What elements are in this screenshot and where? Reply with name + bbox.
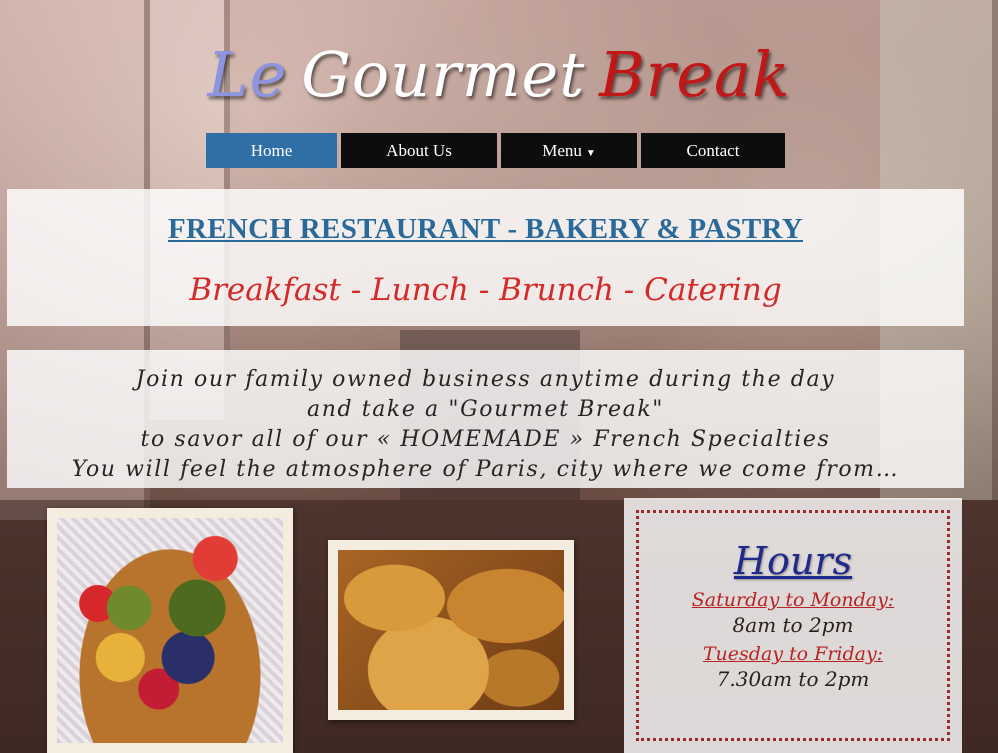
site-logo[interactable]: Le Gourmet Break <box>0 30 998 120</box>
hours-dotted-frame: Hours Saturday to Monday: 8am to 2pm Tue… <box>636 510 950 741</box>
nav-about-us-label: About Us <box>386 141 452 160</box>
hours-days-label: Saturday to Monday: <box>691 589 895 611</box>
hero-headline[interactable]: FRENCH RESTAURANT - BAKERY & PASTRY <box>7 213 964 246</box>
hours-time: 8am to 2pm <box>732 613 854 637</box>
intro-line: to savor all of our « HOMEMADE » French … <box>140 427 831 452</box>
hours-box: Hours Saturday to Monday: 8am to 2pm Tue… <box>624 498 962 753</box>
hours-time: 7.30am to 2pm <box>716 667 870 691</box>
nav-menu-label: Menu <box>542 141 582 160</box>
intro-panel: Join our family owned business anytime d… <box>7 350 964 488</box>
pain-au-chocolat-image <box>338 550 564 710</box>
nav-contact[interactable]: Contact <box>641 133 785 168</box>
pain-au-chocolat-photo[interactable] <box>328 540 574 720</box>
nav-about-us[interactable]: About Us <box>341 133 497 168</box>
nav-home[interactable]: Home <box>206 133 337 168</box>
nav-menu[interactable]: Menu ▼ <box>501 133 637 168</box>
main-navigation: Home About Us Menu ▼ Contact <box>206 133 785 168</box>
logo-word-break: Break <box>599 38 791 111</box>
intro-line: You will feel the atmosphere of Paris, c… <box>71 457 900 482</box>
logo-word-gourmet: Gourmet <box>301 38 586 111</box>
fruit-tart-image <box>57 518 283 743</box>
hero-panel: FRENCH RESTAURANT - BAKERY & PASTRY Brea… <box>7 189 964 326</box>
fruit-tart-photo[interactable] <box>47 508 293 753</box>
hours-days-label: Tuesday to Friday: <box>702 643 884 665</box>
hours-title: Hours <box>733 539 853 583</box>
caret-down-icon: ▼ <box>585 148 596 159</box>
nav-home-label: Home <box>250 141 293 160</box>
nav-contact-label: Contact <box>686 141 740 160</box>
intro-line: Join our family owned business anytime d… <box>135 367 836 392</box>
intro-line: and take a "Gourmet Break" <box>307 397 664 422</box>
hero-services: Breakfast - Lunch - Brunch - Catering <box>189 272 782 308</box>
logo-word-le: Le <box>207 38 288 111</box>
